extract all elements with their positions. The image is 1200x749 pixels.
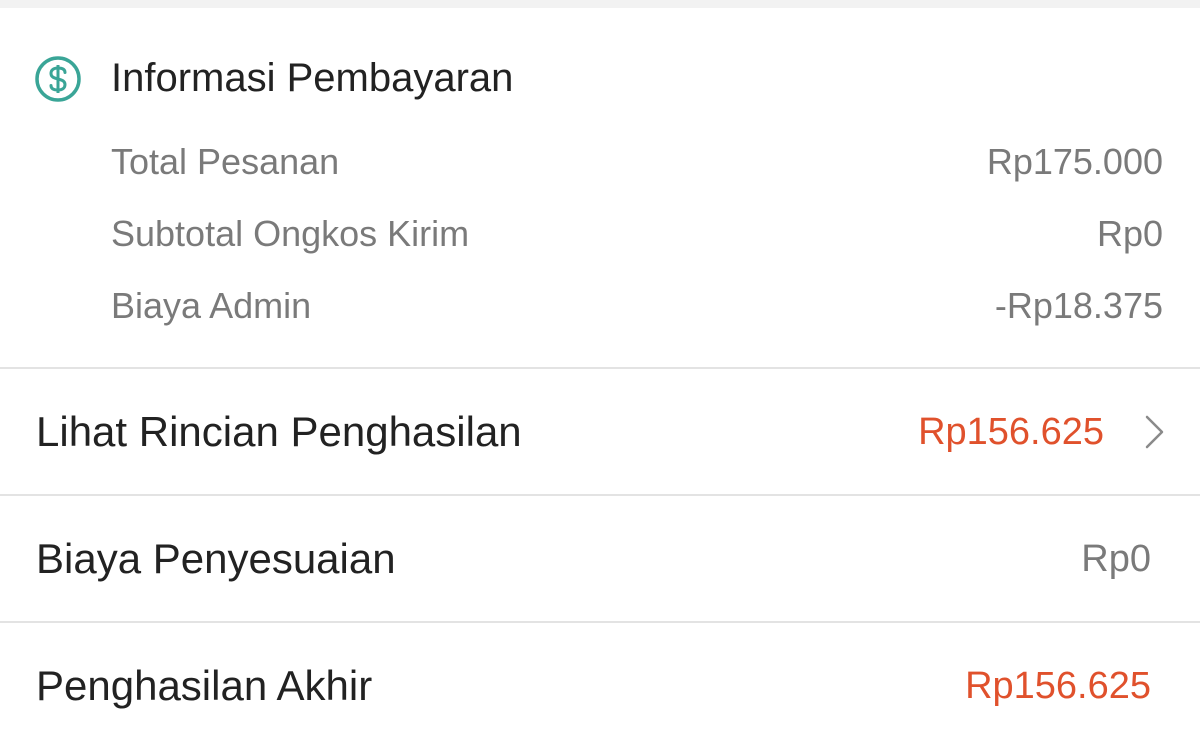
chevron-right-icon bbox=[1145, 415, 1164, 449]
detail-label: Biaya Admin bbox=[111, 285, 312, 326]
final-earnings-label: Penghasilan Akhir bbox=[36, 662, 373, 709]
top-separator bbox=[0, 0, 1200, 8]
payment-info-header: Informasi Pembayaran bbox=[0, 8, 1200, 126]
adjustment-row: Biaya Penyesuaian Rp0 bbox=[0, 496, 1200, 622]
adjustment-value: Rp0 bbox=[1081, 538, 1151, 580]
detail-label: Total Pesanan bbox=[111, 141, 340, 182]
earnings-detail-label: Lihat Rincian Penghasilan bbox=[36, 408, 522, 455]
detail-row-admin-fee: Biaya Admin -Rp18.375 bbox=[0, 270, 1200, 342]
dollar-circle-icon bbox=[35, 56, 81, 102]
detail-row-shipping-subtotal: Subtotal Ongkos Kirim Rp0 bbox=[0, 198, 1200, 270]
detail-label: Subtotal Ongkos Kirim bbox=[111, 213, 470, 254]
detail-row-total-order: Total Pesanan Rp175.000 bbox=[0, 126, 1200, 198]
detail-value: Rp0 bbox=[1096, 213, 1163, 254]
detail-value: Rp175.000 bbox=[986, 141, 1163, 182]
adjustment-label: Biaya Penyesuaian bbox=[36, 535, 396, 582]
earnings-detail-row[interactable]: Lihat Rincian Penghasilan Rp156.625 bbox=[0, 369, 1200, 495]
final-earnings-row: Penghasilan Akhir Rp156.625 bbox=[0, 623, 1200, 749]
final-earnings-value: Rp156.625 bbox=[965, 665, 1151, 707]
detail-value: -Rp18.375 bbox=[994, 285, 1163, 326]
earnings-detail-value: Rp156.625 bbox=[918, 411, 1104, 453]
payment-info-title: Informasi Pembayaran bbox=[111, 56, 514, 100]
